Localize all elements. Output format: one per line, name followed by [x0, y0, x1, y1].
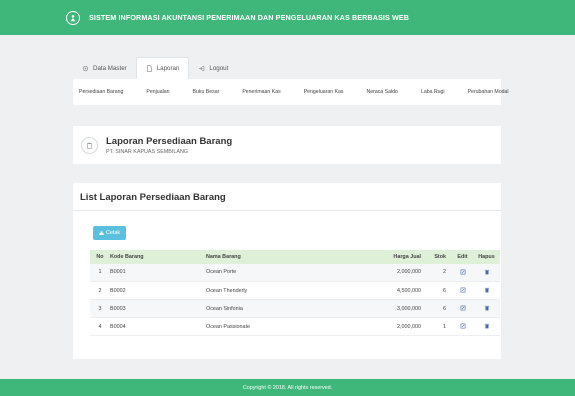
- edit-icon: [460, 305, 465, 311]
- cell-stok: 2: [427, 263, 452, 282]
- cell-nama: Ocean Porte: [206, 263, 334, 282]
- col-hapus: Hapus: [473, 249, 500, 264]
- top-navbar: SISTEM INFORMASI AKUNTANSI PENERIMAAN DA…: [0, 0, 575, 35]
- col-stok: Stok: [427, 249, 452, 264]
- edit-button[interactable]: [452, 281, 473, 300]
- cell-nama: Ocean Sinfonia: [206, 299, 334, 318]
- subnav-item-persediaan-barang[interactable]: Persediaan Barang: [79, 89, 123, 95]
- tab-label: Data Master: [93, 64, 127, 72]
- subnav-item-penerimaan-kas[interactable]: Penerimaan Kas: [242, 89, 280, 95]
- divider: [73, 210, 501, 211]
- edit-button[interactable]: [452, 317, 473, 336]
- print-label: Cetak: [106, 230, 121, 236]
- trash-icon: [484, 269, 489, 275]
- edit-button[interactable]: [452, 263, 473, 282]
- report-header: Laporan Persediaan Barang PT. SINAR KAPU…: [73, 126, 501, 164]
- delete-button[interactable]: [473, 263, 500, 282]
- tab-label: Laporan: [156, 65, 180, 72]
- trash-icon: [484, 306, 489, 311]
- document-icon: [146, 65, 153, 72]
- settings-icon: [82, 65, 89, 72]
- subnav-item-perubahan-modal[interactable]: Perubahan Modal: [468, 89, 509, 95]
- delete-button[interactable]: [473, 299, 500, 318]
- edit-button[interactable]: [452, 299, 473, 318]
- tab-laporan[interactable]: Laporan: [135, 57, 190, 79]
- col-nama-barang: Nama Barang: [206, 249, 334, 264]
- subnav-item-laba-rugi[interactable]: Laba Rugi: [421, 89, 445, 95]
- cell-nama: Ocean Thenderly: [206, 281, 334, 300]
- cell-kode: B0001: [110, 263, 206, 282]
- report-subnav: Persediaan Barang Penjualan Buku Besar P…: [73, 79, 509, 105]
- report-list-panel: List Laporan Persediaan Barang Cetak No …: [73, 183, 501, 359]
- page-title: Laporan Persediaan Barang: [106, 135, 233, 147]
- cell-kode: B0004: [110, 317, 206, 336]
- cell-kode: B0002: [110, 281, 206, 300]
- cell-harga: 2,000,000: [334, 263, 427, 282]
- col-edit: Edit: [452, 249, 473, 264]
- app-logo-icon: [66, 10, 80, 25]
- logout-icon: [198, 65, 205, 72]
- main-tabs: Data Master Laporan Logout: [73, 57, 501, 79]
- list-title: List Laporan Persediaan Barang: [80, 192, 226, 203]
- cell-no: 1: [90, 263, 110, 282]
- edit-icon: [460, 287, 465, 293]
- company-name: PT. SINAR KAPUAS SEMBILANG: [106, 148, 189, 155]
- tab-label: Logout: [209, 64, 229, 72]
- table-row: 3 B0003 Ocean Sinfonia 3,000,000 6: [90, 299, 500, 318]
- trash-icon: [484, 324, 489, 329]
- subnav-item-neraca-saldo[interactable]: Neraca Saldo: [367, 89, 398, 95]
- col-harga-jual: Harga Jual: [334, 249, 427, 264]
- cell-kode: B0003: [110, 299, 206, 318]
- col-kode-barang: Kode Barang: [110, 249, 206, 264]
- delete-button[interactable]: [473, 317, 500, 336]
- col-no: No: [90, 249, 110, 264]
- tab-data-master[interactable]: Data Master: [73, 57, 136, 79]
- table-row: 1 B0001 Ocean Porte 2,000,000 2: [90, 263, 500, 282]
- table-row: 2 B0002 Ocean Thenderly 4,500,000 6: [90, 281, 500, 300]
- cell-no: 2: [90, 281, 110, 300]
- cell-harga: 4,500,000: [334, 281, 427, 300]
- cell-harga: 2,000,000: [334, 317, 427, 336]
- print-button[interactable]: Cetak: [93, 226, 127, 240]
- edit-icon: [460, 323, 465, 329]
- cell-stok: 1: [427, 317, 452, 336]
- table-row: 4 B0004 Ocean Passionate 2,000,000 1: [90, 317, 500, 336]
- cell-no: 3: [90, 299, 110, 318]
- edit-icon: [460, 269, 465, 275]
- subnav-item-penjualan[interactable]: Penjualan: [146, 89, 169, 95]
- inventory-table: No Kode Barang Nama Barang Harga Jual St…: [90, 249, 500, 336]
- cell-nama: Ocean Passionate: [206, 317, 334, 336]
- cell-stok: 6: [427, 299, 452, 318]
- copyright-text: Copyright © 2018. All rights reserved.: [242, 384, 333, 391]
- subnav-item-pengeluaran-kas[interactable]: Pengeluaran Kas: [304, 89, 344, 95]
- cell-stok: 6: [427, 281, 452, 300]
- table-header-row: No Kode Barang Nama Barang Harga Jual St…: [90, 249, 500, 264]
- print-icon: [99, 231, 104, 235]
- subnav-item-buku-besar[interactable]: Buku Besar: [193, 89, 220, 95]
- tab-logout[interactable]: Logout: [189, 57, 237, 79]
- cell-harga: 3,000,000: [334, 299, 427, 318]
- trash-icon: [484, 288, 489, 293]
- app-title: SISTEM INFORMASI AKUNTANSI PENERIMAAN DA…: [89, 13, 410, 22]
- clipboard-icon: [81, 136, 98, 154]
- delete-button[interactable]: [473, 281, 500, 300]
- footer: Copyright © 2018. All rights reserved.: [0, 379, 575, 396]
- cell-no: 4: [90, 317, 110, 336]
